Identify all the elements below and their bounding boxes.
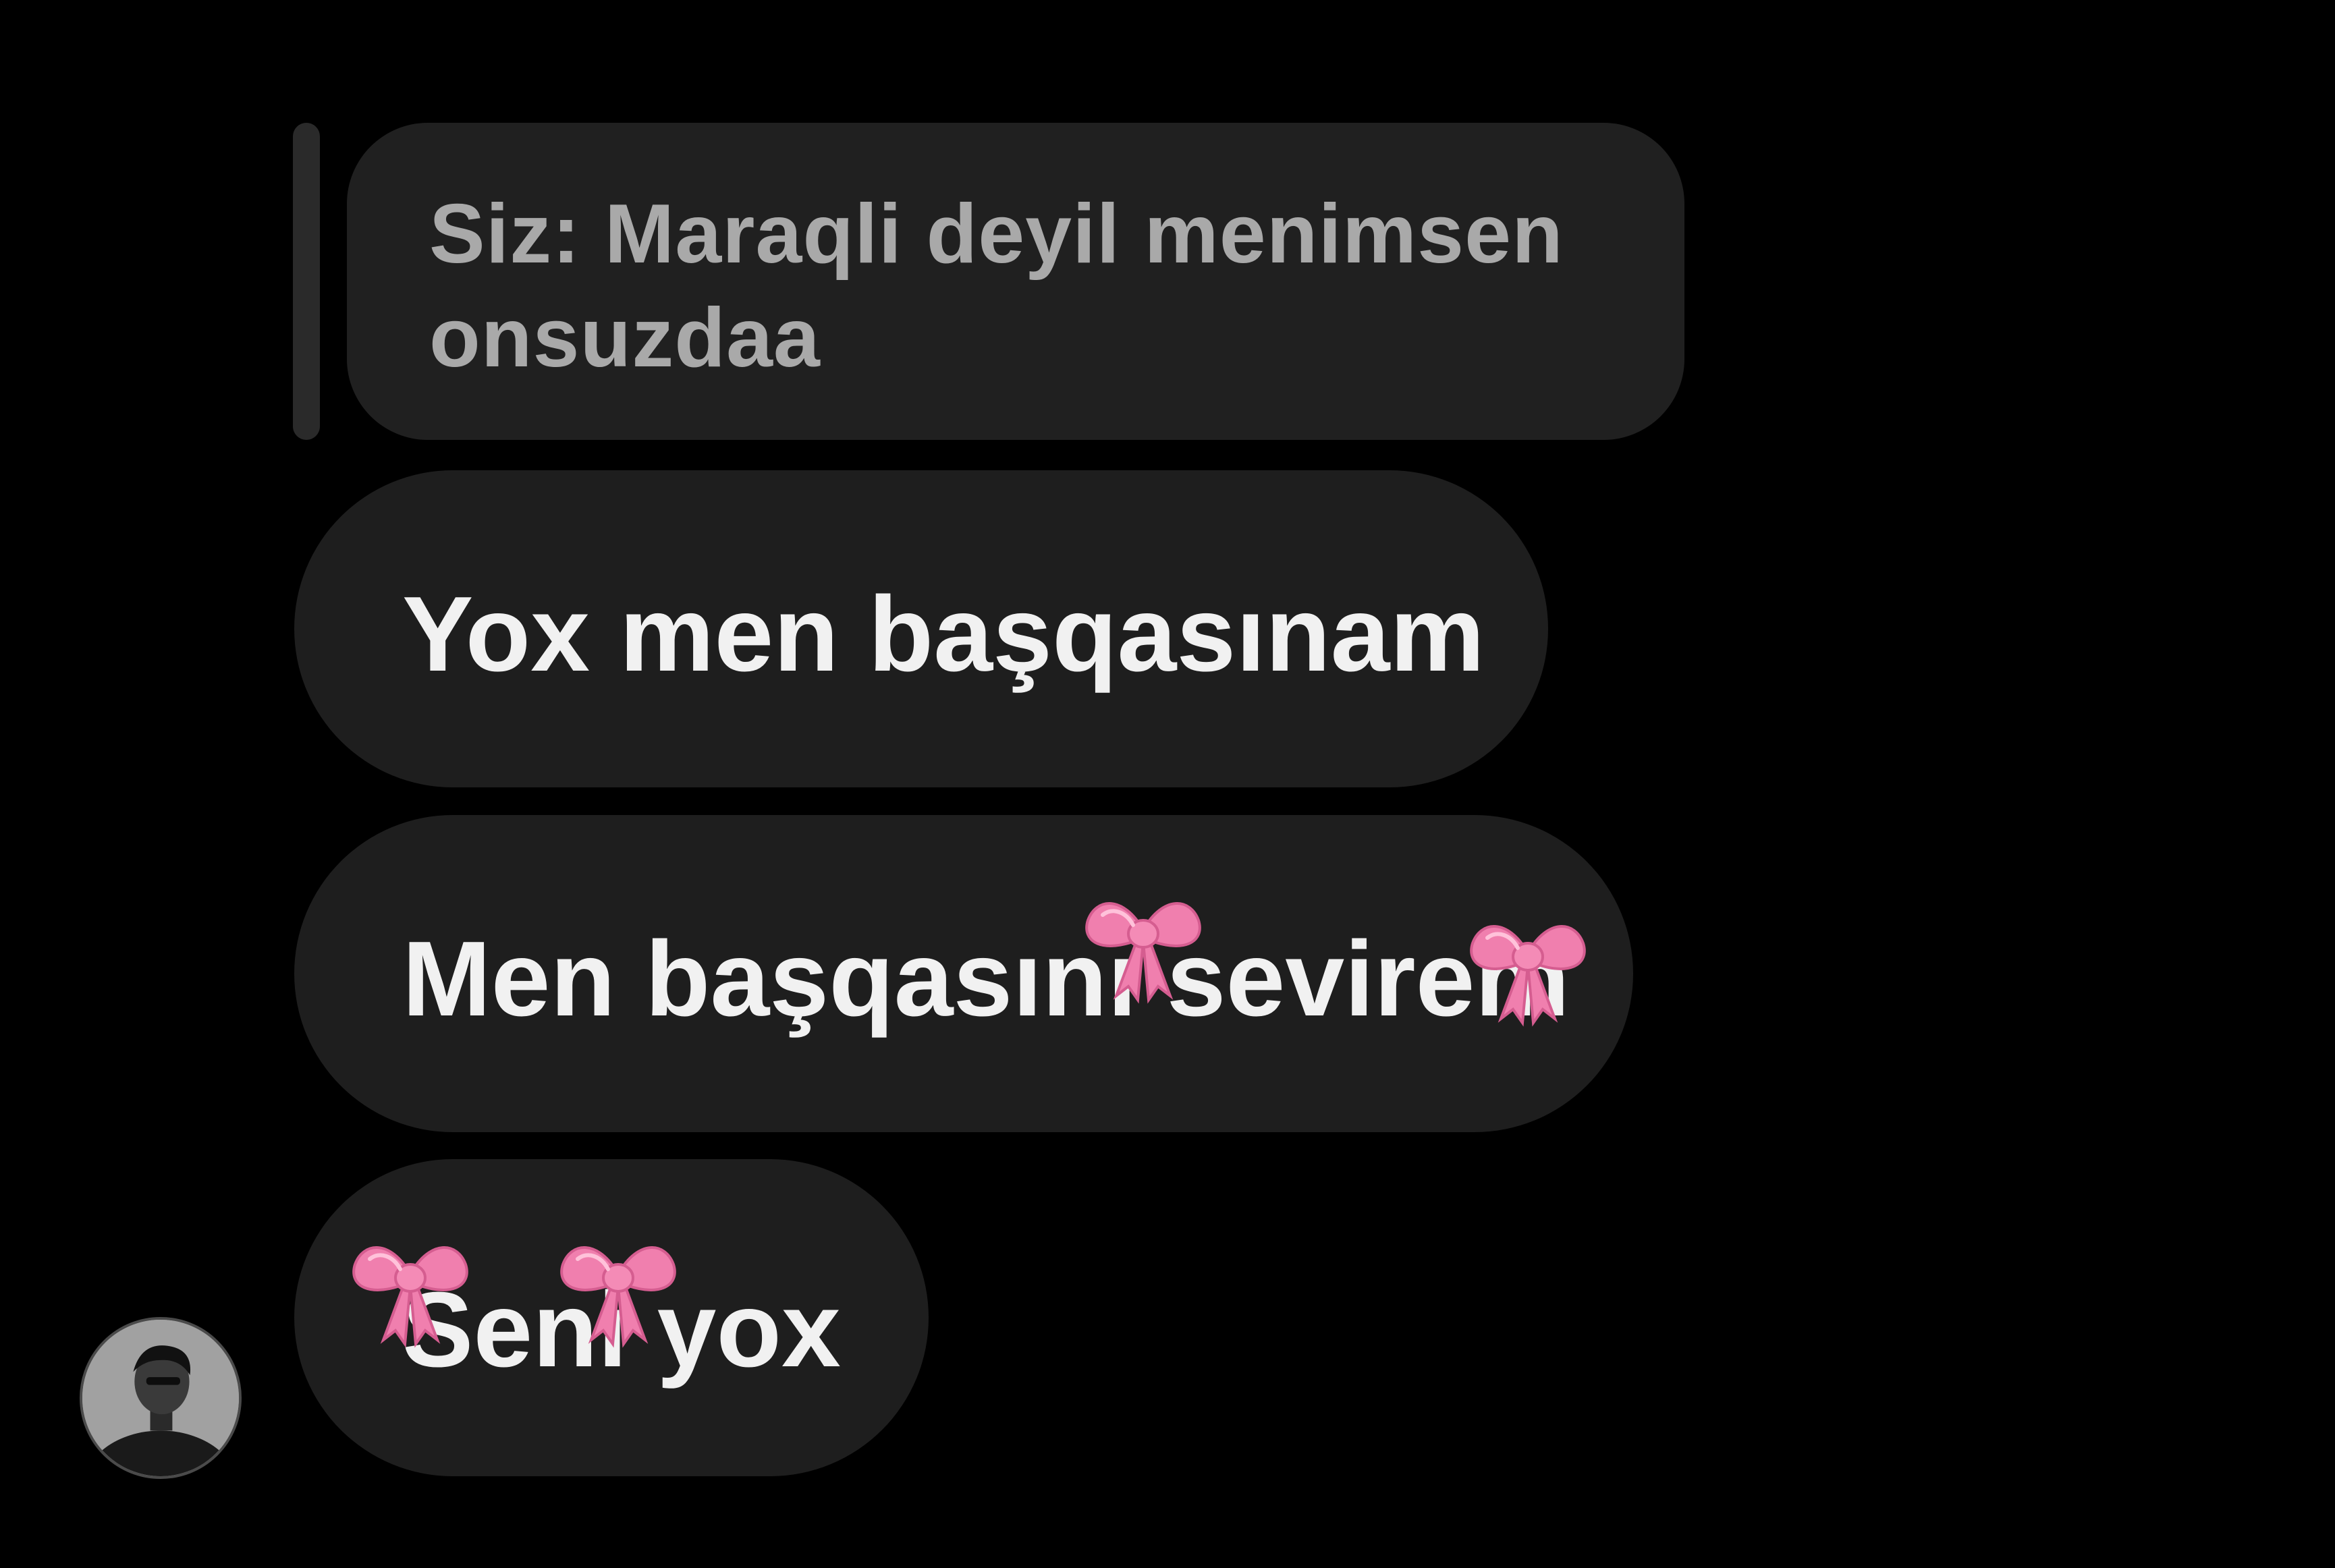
message-bubble[interactable]: Men başqasını sevirem [294, 815, 1633, 1132]
quoted-reply-text: Siz: Maraqli deyil menimsen onsuzdaa [429, 182, 1617, 390]
message-bubble[interactable]: Yox men başqasınam [294, 470, 1548, 787]
sender-avatar[interactable] [80, 1317, 242, 1479]
pink-bow-icon[interactable] [551, 1212, 686, 1348]
quoted-reply-body: Maraqli deyil menimsen onsuzdaa [429, 188, 1564, 385]
pink-bow-icon[interactable] [1076, 868, 1211, 1004]
quoted-reply-prefix: Siz: [429, 188, 581, 281]
reply-indicator-bar [293, 123, 320, 440]
conversation-view: Siz: Maraqli deyil menimsen onsuzdaa Yox… [0, 0, 2335, 1568]
message-text: Men başqasını sevirem [402, 919, 1570, 1038]
pink-bow-icon[interactable] [1460, 891, 1595, 1027]
quoted-reply-bubble[interactable]: Siz: Maraqli deyil menimsen onsuzdaa [347, 123, 1684, 440]
pink-bow-icon[interactable] [343, 1212, 478, 1348]
avatar-photo [82, 1320, 239, 1476]
message-text: Yox men başqasınam [402, 574, 1485, 694]
